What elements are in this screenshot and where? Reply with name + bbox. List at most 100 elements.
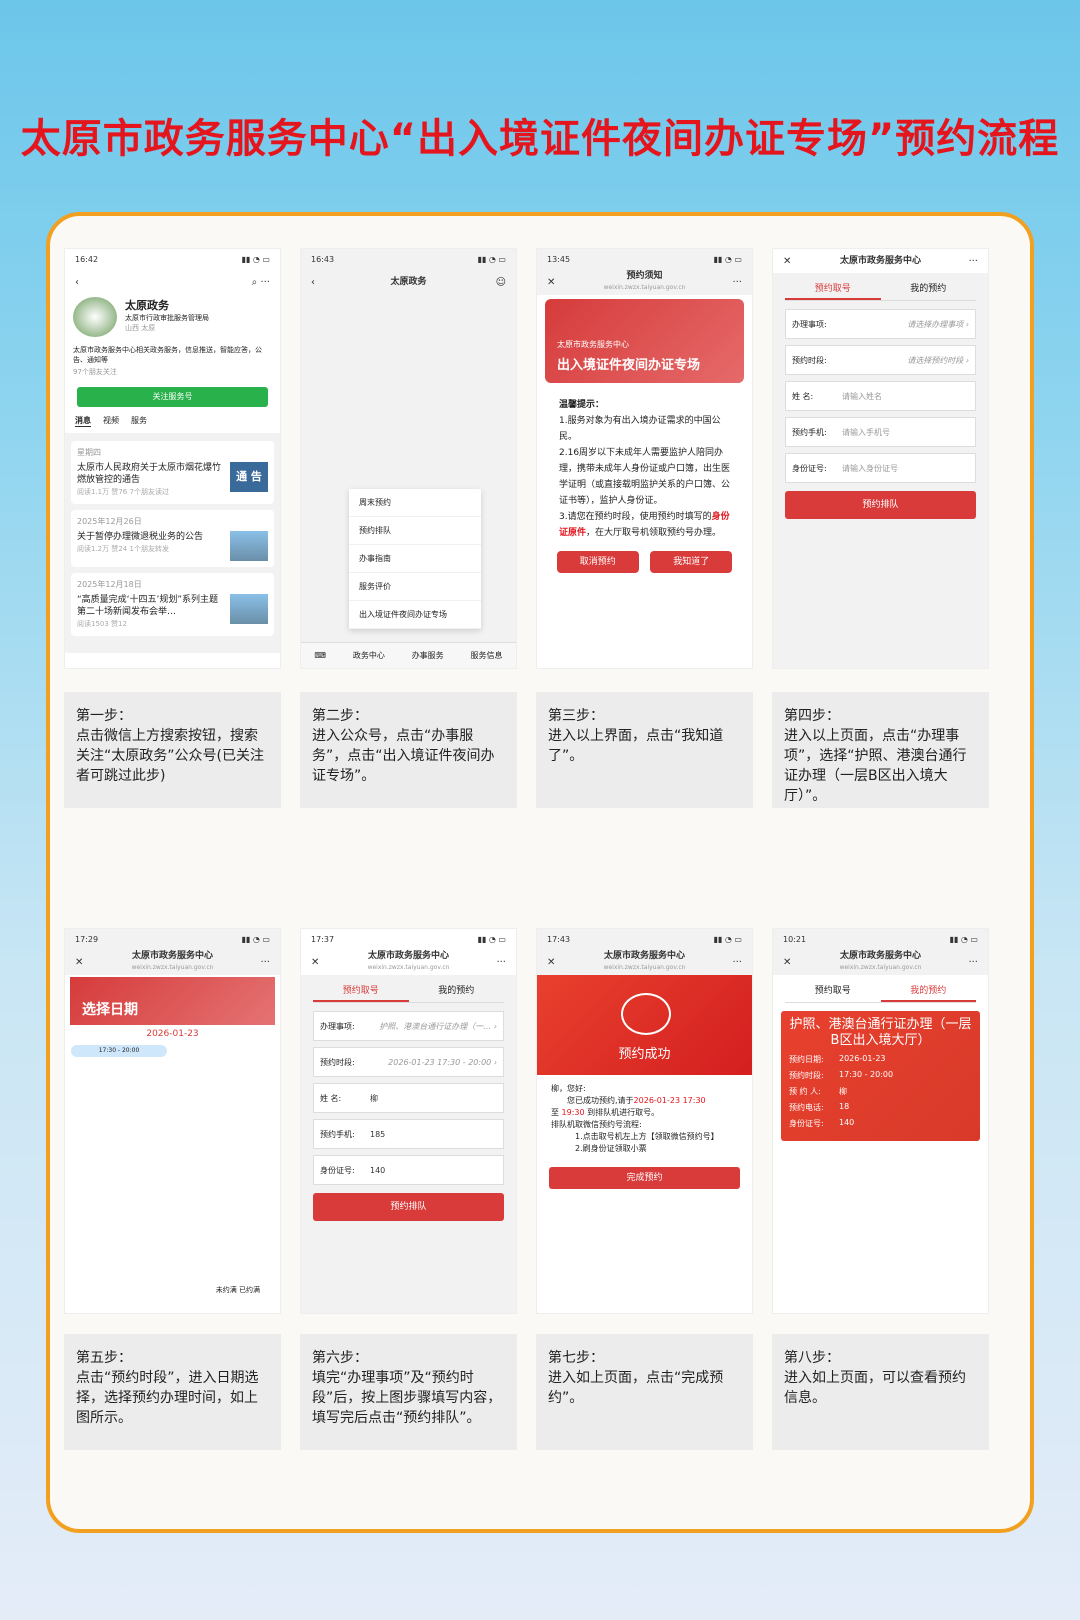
menu-item[interactable]: 服务评价: [349, 573, 481, 601]
step-caption: 第五步： 点击“预约时段”，进入日期选择，选择预约办理时间，如上图所示。: [64, 1334, 281, 1450]
field-value: 请选择办理事项 ›: [907, 319, 969, 329]
tab-my-bookings[interactable]: 我的预约: [880, 983, 976, 1002]
nav-url: weixin.zwzx.taiyuan.gov.cn: [839, 964, 922, 971]
check-icon: [621, 993, 671, 1035]
menu-item[interactable]: 办事指南: [349, 545, 481, 573]
status-icons: ▮▮ ◔ ▭: [477, 934, 506, 944]
field-label: 预约时段:: [320, 1057, 355, 1067]
article-date: 2025年12月18日: [77, 580, 142, 589]
search-icon[interactable]: ⌕: [252, 277, 258, 288]
tab-messages[interactable]: 消息: [75, 415, 91, 427]
menu-item[interactable]: 预约排队: [349, 517, 481, 545]
back-icon[interactable]: ‹: [75, 277, 79, 288]
field-value: 2026-01-23 17:30 - 20:00 ›: [388, 1057, 497, 1067]
booking-key: 预约时段:: [789, 1071, 824, 1080]
booking-title: 护照、港澳台通行证办理（一层B区出入境大厅）: [789, 1017, 972, 1048]
booking-key: 预约电话:: [789, 1103, 824, 1112]
service-field[interactable]: 办理事项: 请选择办理事项 ›: [785, 309, 976, 339]
tab-book[interactable]: 预约取号: [785, 983, 881, 1002]
flow-step: 2.刷身份证领取小票: [575, 1144, 647, 1153]
booking-value: 18: [839, 1102, 850, 1111]
complete-button[interactable]: 完成预约: [549, 1167, 740, 1189]
field-value: 185: [370, 1129, 386, 1139]
bottom-nav-item[interactable]: 服务信息: [471, 650, 503, 661]
keyboard-icon[interactable]: ⌨: [314, 651, 326, 660]
id-field[interactable]: 身份证号: 请输入身份证号: [785, 453, 976, 483]
cancel-button[interactable]: 取消预约: [556, 551, 639, 573]
follow-button[interactable]: 关注服务号: [77, 387, 268, 407]
name-field[interactable]: 姓 名: 柳: [313, 1083, 504, 1113]
booking-card: 护照、港澳台通行证办理（一层B区出入境大厅） 预约日期: 2026-01-23 预…: [781, 1011, 980, 1141]
notice-item: 2.16周岁以下未成年人需要监护人陪同办理，携带未成年人身份证或户口簿，出生医学…: [559, 448, 731, 506]
name-field[interactable]: 姓 名: 请输入姓名: [785, 381, 976, 411]
tab-service[interactable]: 服务: [131, 415, 147, 427]
service-field[interactable]: 办理事项: 护照、港澳台通行证办理（一… ›: [313, 1011, 504, 1041]
notice-heading: 温馨提示：: [559, 400, 605, 410]
time-slot-field[interactable]: 预约时段: 请选择预约时段 ›: [785, 345, 976, 375]
status-icons: ▮▮ ◔ ▭: [241, 934, 270, 944]
status-time: 17:43: [547, 934, 571, 944]
booking-value: 柳: [839, 1087, 847, 1096]
tab-my-bookings[interactable]: 我的预约: [409, 983, 505, 1002]
nav-title: 太原市政务服务中心: [131, 951, 213, 961]
phone-field[interactable]: 预约手机: 185: [313, 1119, 504, 1149]
field-label: 姓 名:: [320, 1093, 342, 1103]
bottom-nav-item[interactable]: 政务中心: [353, 650, 385, 661]
confirmation-text: 柳，您好: 您已成功预约,请于2026-01-23 17:30 至 19:30 …: [537, 1075, 752, 1163]
nav-title: 预约须知: [626, 271, 663, 281]
tab-book[interactable]: 预约取号: [785, 281, 881, 300]
bottom-nav-item[interactable]: 办事服务: [412, 650, 444, 661]
legend: 未约满 已约满: [215, 1286, 260, 1294]
account-name: 太原政务: [125, 299, 169, 312]
selected-date[interactable]: 2026-01-23: [65, 1029, 280, 1039]
page-title: 太原市政务服务中心“出入境证件夜间办证专场”预约流程: [20, 116, 1060, 162]
screenshot-2: 16:43 ▮▮ ◔ ▭ ‹ 太原政务 ☺ 周末预约 预约排队 办事指南 服务评价 出…: [300, 248, 517, 669]
time-slot-field[interactable]: 预约时段: 2026-01-23 17:30 - 20:00 ›: [313, 1047, 504, 1077]
status-time: 16:42: [75, 254, 99, 264]
article-date: 2025年12月26日: [77, 517, 142, 526]
article-card[interactable]: 2025年12月26日 关于暂停办理微退税业务的公告 阅读1.2万 赞24 1个朋友…: [71, 510, 274, 567]
flow-heading: 排队机取微信预约号流程:: [551, 1120, 642, 1129]
banner: 太原市政务服务中心 出入境证件夜间办证专场: [545, 299, 744, 383]
tab-my-bookings[interactable]: 我的预约: [881, 281, 977, 300]
article-thumbnail: [230, 594, 268, 624]
field-label: 办理事项:: [320, 1021, 355, 1031]
field-value: 请输入姓名: [842, 391, 882, 401]
booking-value: 17:30 - 20:00: [839, 1070, 894, 1079]
field-label: 办理事项:: [792, 319, 827, 329]
status-time: 13:45: [547, 254, 571, 264]
bottom-nav: ⌨ 政务中心 办事服务 服务信息: [301, 642, 516, 668]
phone-field[interactable]: 预约手机: 请输入手机号: [785, 417, 976, 447]
nav-title: 太原市政务服务中心: [367, 951, 449, 961]
field-value: 护照、港澳台通行证办理（一… ›: [379, 1021, 497, 1031]
steps-card: 16:42 ▮▮ ◔ ▭ ‹ ⌕ ··· 太原政务 太原市行政审批服务管理局 山西 太原…: [46, 212, 1034, 1533]
acknowledge-button[interactable]: 我知道了: [650, 551, 733, 573]
menu-item[interactable]: 周末预约: [349, 489, 481, 517]
confirm-text: 您已成功预约,请于: [567, 1096, 634, 1105]
friends-count: 97个朋友关注: [73, 368, 117, 376]
field-value: 140: [370, 1165, 386, 1175]
status-icons: ▮▮ ◔ ▭: [477, 254, 506, 264]
article-thumbnail: [230, 531, 268, 561]
menu-item-night-service[interactable]: 出入境证件夜间办证专场: [349, 601, 481, 629]
tab-video[interactable]: 视频: [103, 415, 119, 427]
queue-button[interactable]: 预约排队: [785, 491, 976, 519]
more-icon[interactable]: ···: [260, 277, 270, 288]
booking-key: 预 约 人:: [789, 1087, 821, 1096]
nav-title: 太原市政务服务中心: [839, 255, 921, 266]
queue-button[interactable]: 预约排队: [313, 1193, 504, 1221]
id-field[interactable]: 身份证号: 140: [313, 1155, 504, 1185]
nav-title: 太原市政务服务中心: [603, 951, 685, 961]
confirm-text: 至: [551, 1108, 559, 1117]
notice-item: 1.服务对象为有出入境办证需求的中国公民。: [559, 416, 721, 442]
article-card[interactable]: 星期四 太原市人民政府关于太原市烟花爆竹燃放管控的通告 阅读1.1万 赞76 7个朋…: [71, 441, 274, 504]
field-value: 请输入手机号: [842, 427, 890, 437]
notice-item: 3.请您在预约时段，使用预约时填写的身份证原件，在大厅取号机领取预约号办理。: [559, 509, 730, 541]
time-slot[interactable]: 17:30 - 20:00: [71, 1045, 167, 1057]
status-time: 16:43: [311, 254, 335, 264]
step-caption: 第八步： 进入如上页面，可以查看预约信息。: [772, 1334, 989, 1450]
article-card[interactable]: 2025年12月18日 “高质量完成‘十四五’规划”系列主题第二十场新闻发布会举……: [71, 573, 274, 636]
step-caption: 第七步： 进入如上页面，点击“完成预约”。: [536, 1334, 753, 1450]
tab-book[interactable]: 预约取号: [313, 983, 409, 1002]
confirm-end: 19:30: [561, 1108, 585, 1117]
